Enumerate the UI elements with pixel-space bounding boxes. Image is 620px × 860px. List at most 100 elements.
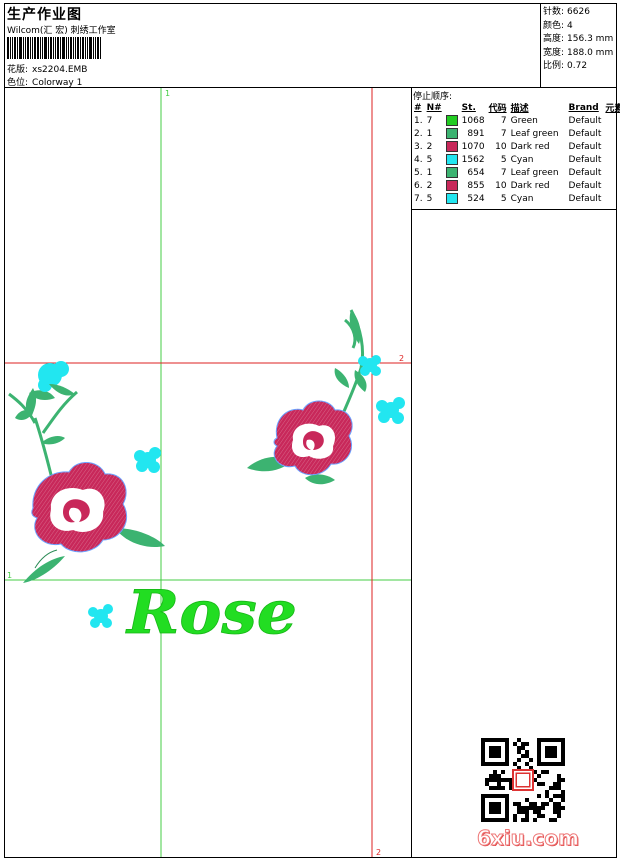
color-swatch-icon (445, 154, 458, 165)
row-index: 3. (414, 141, 423, 152)
row-stitches: 1070 (461, 141, 485, 152)
colorway-label: 色位: (7, 78, 29, 88)
row-index: 2. (414, 128, 423, 139)
guide-label-red-v: 2 (376, 848, 381, 857)
row-swatch (444, 166, 460, 179)
row-code: 10 (495, 141, 507, 152)
row-brand: Default (568, 141, 602, 152)
document-subtitle: Wilcom(汇 宏) 刺绣工作室 (7, 26, 116, 36)
design-stats: 针数: 6626 颜色: 4 高度: 156.3 mm 宽度: 188.0 mm 比例:… (543, 6, 613, 74)
color-swatch-icon (445, 193, 458, 204)
row-swatch (444, 153, 460, 166)
stat-width: 宽度: 188.0 mm (543, 47, 614, 58)
row-element (603, 166, 620, 179)
table-row: 6. 2 855 10 Dark red Default (412, 179, 620, 192)
row-swatch (444, 179, 460, 192)
right-cyan-flower (376, 397, 405, 424)
barcode-icon (7, 37, 107, 59)
row-element (603, 140, 620, 153)
col-element: 元素 (605, 104, 620, 114)
left-rose (31, 462, 128, 553)
design-text-rose: Rose (125, 578, 297, 648)
table-row: 2. 1 891 7 Leaf green Default (412, 127, 620, 140)
stat-height: 高度: 156.3 mm (543, 34, 614, 44)
row-code: 5 (500, 193, 507, 204)
row-element (603, 153, 620, 166)
stop-sequence-table: # N# St. 代码 描述 Brand 元素 1. 7 1068 7 Green Def… (412, 101, 620, 205)
row-description: Green (510, 115, 538, 126)
embroidery-design-canvas: 1 1 2 2 Rose (5, 88, 411, 857)
col-swatch (444, 101, 460, 114)
row-description: Leaf green (510, 167, 559, 178)
row-needle: 7 (426, 115, 433, 126)
row-index: 7. (414, 193, 423, 204)
row-code: 7 (500, 115, 507, 126)
bottom-cyan-flower (88, 604, 113, 628)
row-needle: 2 (426, 180, 433, 191)
stat-stitches: 针数: 6626 (543, 7, 590, 17)
right-rose (273, 400, 353, 476)
col-stitches: St. (461, 102, 476, 113)
col-description: 描述 (510, 104, 529, 114)
sequence-divider (411, 209, 617, 210)
color-swatch-icon (445, 180, 458, 191)
row-stitches: 1068 (461, 115, 485, 126)
table-row: 5. 1 654 7 Leaf green Default (412, 166, 620, 179)
color-swatch-icon (445, 115, 458, 126)
colorway-value: Colorway 1 (32, 78, 83, 88)
stat-scale: 比例: 0.72 (543, 61, 588, 71)
row-description: Cyan (510, 154, 534, 165)
row-swatch (444, 192, 460, 205)
row-stitches: 654 (467, 167, 485, 178)
row-stitches: 1562 (461, 154, 485, 165)
table-row: 4. 5 1562 5 Cyan Default (412, 153, 620, 166)
guide-label-green-h: 1 (7, 571, 12, 580)
row-index: 4. (414, 154, 423, 165)
color-swatch-icon (445, 141, 458, 152)
design-file-line: 花版: xs2204.EMB (7, 62, 87, 75)
col-needle: N# (426, 102, 442, 113)
watermark-logo: 6xiu.com (477, 826, 580, 851)
row-brand: Default (568, 193, 602, 204)
color-swatch-icon (445, 167, 458, 178)
table-row: 1. 7 1068 7 Green Default (412, 114, 620, 127)
design-file-label: 花版: (7, 65, 29, 75)
row-code: 7 (500, 128, 507, 139)
row-index: 1. (414, 115, 423, 126)
row-description: Cyan (510, 193, 534, 204)
guide-label-green-v: 1 (165, 89, 170, 98)
row-element (603, 179, 620, 192)
row-stitches: 891 (467, 128, 485, 139)
qr-code-icon (481, 738, 565, 822)
row-needle: 1 (426, 167, 433, 178)
table-header: # N# St. 代码 描述 Brand 元素 (412, 101, 620, 115)
row-description: Dark red (510, 141, 550, 152)
row-element (603, 127, 620, 140)
row-needle: 1 (426, 128, 433, 139)
row-needle: 2 (426, 141, 433, 152)
row-element (603, 192, 620, 205)
row-brand: Default (568, 115, 602, 126)
table-row: 7. 5 524 5 Cyan Default (412, 192, 620, 205)
row-swatch (444, 127, 460, 140)
row-stitches: 855 (467, 180, 485, 191)
stat-colors: 颜色: 4 (543, 20, 573, 31)
row-code: 5 (500, 154, 507, 165)
colorway-line: 色位: Colorway 1 (7, 75, 82, 88)
left-cyan-flower (134, 447, 161, 473)
right-cyan-bud (358, 355, 381, 376)
row-brand: Default (568, 128, 602, 139)
row-brand: Default (568, 154, 602, 165)
row-index: 5. (414, 167, 423, 178)
col-brand: Brand (568, 102, 599, 113)
row-description: Leaf green (510, 128, 559, 139)
row-brand: Default (568, 180, 602, 191)
col-index: # (414, 102, 422, 113)
document-title: 生产作业图 (7, 7, 82, 23)
row-code: 7 (500, 167, 507, 178)
row-element (603, 114, 620, 127)
row-needle: 5 (426, 154, 433, 165)
design-file-value: xs2204.EMB (32, 65, 88, 75)
left-bud (38, 361, 75, 396)
col-code: 代码 (488, 104, 507, 114)
